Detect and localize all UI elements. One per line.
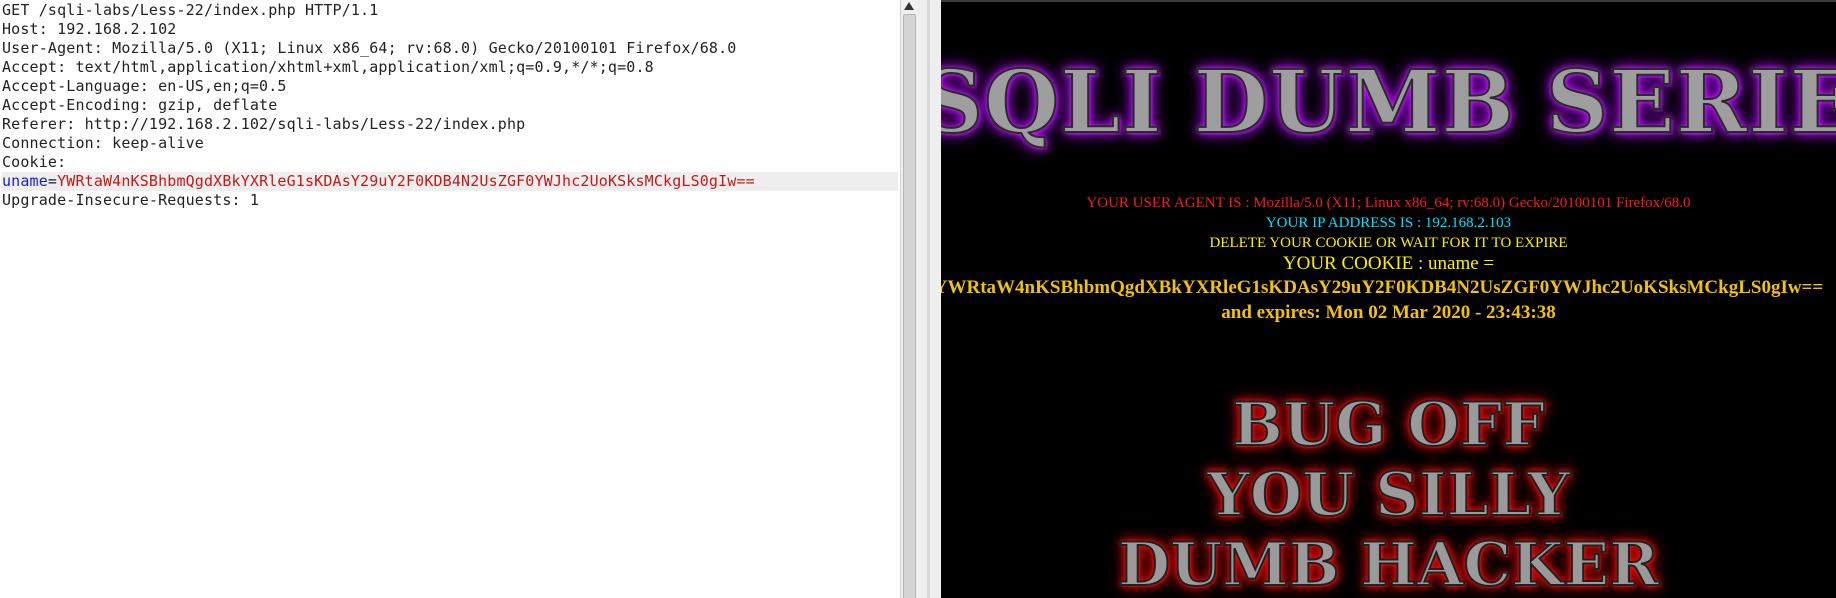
request-line-user-agent[interactable]: User-Agent: Mozilla/5.0 (X11; Linux x86_…: [2, 39, 898, 58]
request-line-cookie-value[interactable]: uname=YWRtaW4nKSBhbmQgdXBkYXRleG1sKDAsY2…: [2, 172, 898, 191]
request-line-upgrade-insecure[interactable]: Upgrade-Insecure-Requests: 1: [2, 191, 898, 210]
scroll-up-arrow-icon[interactable]: [904, 2, 914, 10]
cookie-equals: =: [47, 172, 58, 190]
request-line-accept-language[interactable]: Accept-Language: en-US,en;q=0.5: [2, 77, 898, 96]
cookie-expires-info: and expires: Mon 02 Mar 2020 - 23:43:38: [1221, 302, 1556, 323]
request-line-host[interactable]: Host: 192.168.2.102: [2, 20, 898, 39]
scroll-thumb[interactable]: [903, 14, 916, 598]
cookie-info: YOUR COOKIE : uname =: [1282, 253, 1495, 274]
info-block: YOUR USER AGENT IS : Mozilla/5.0 (X11; L…: [941, 193, 1836, 325]
ip-address-info: YOUR IP ADDRESS IS : 192.168.2.103: [1265, 215, 1512, 231]
request-line-connection[interactable]: Connection: keep-alive: [2, 134, 898, 153]
request-text[interactable]: GET /sqli-labs/Less-22/index.php HTTP/1.…: [2, 1, 898, 210]
request-line-accept-encoding[interactable]: Accept-Encoding: gzip, deflate: [2, 96, 898, 115]
bug-off-banner: BUG OFF YOU SILLY DUMB HACKER: [941, 389, 1836, 598]
bug-off-line-2: YOU SILLY: [1206, 459, 1571, 531]
pane-splitter[interactable]: [917, 0, 941, 598]
request-line-cookie-header[interactable]: Cookie:: [2, 153, 898, 172]
request-editor[interactable]: GET /sqli-labs/Less-22/index.php HTTP/1.…: [0, 0, 900, 598]
delete-cookie-info: DELETE YOUR COOKIE OR WAIT FOR IT TO EXP…: [1209, 235, 1568, 251]
bug-off-line-3: DUMB HACKER: [1117, 529, 1660, 598]
cookie-param-name: uname: [2, 172, 48, 190]
response-render: SQLI DUMB SERIES-22 YOUR USER AGENT IS :…: [941, 0, 1836, 598]
request-line-accept[interactable]: Accept: text/html,application/xhtml+xml,…: [2, 58, 898, 77]
request-line-referer[interactable]: Referer: http://192.168.2.102/sqli-labs/…: [2, 115, 898, 134]
response-top-edge: [941, 0, 1836, 2]
cookie-param-value: YWRtaW4nKSBhbmQgdXBkYXRleG1sKDAsY29uY2F0…: [57, 172, 755, 190]
request-line-method[interactable]: GET /sqli-labs/Less-22/index.php HTTP/1.…: [2, 1, 898, 20]
splitter-handle[interactable]: [927, 0, 930, 598]
request-scrollbar[interactable]: [900, 0, 917, 598]
cookie-value-info: YWRtaW4nKSBhbmQgdXBkYXRleG1sKDAsY29uY2F0…: [941, 277, 1824, 298]
banner-title: SQLI DUMB SERIES-22: [941, 52, 1836, 153]
burp-repeater-view: GET /sqli-labs/Less-22/index.php HTTP/1.…: [0, 0, 1836, 598]
user-agent-info: YOUR USER AGENT IS : Mozilla/5.0 (X11; L…: [1086, 195, 1691, 211]
bug-off-line-1: BUG OFF: [1231, 389, 1546, 461]
